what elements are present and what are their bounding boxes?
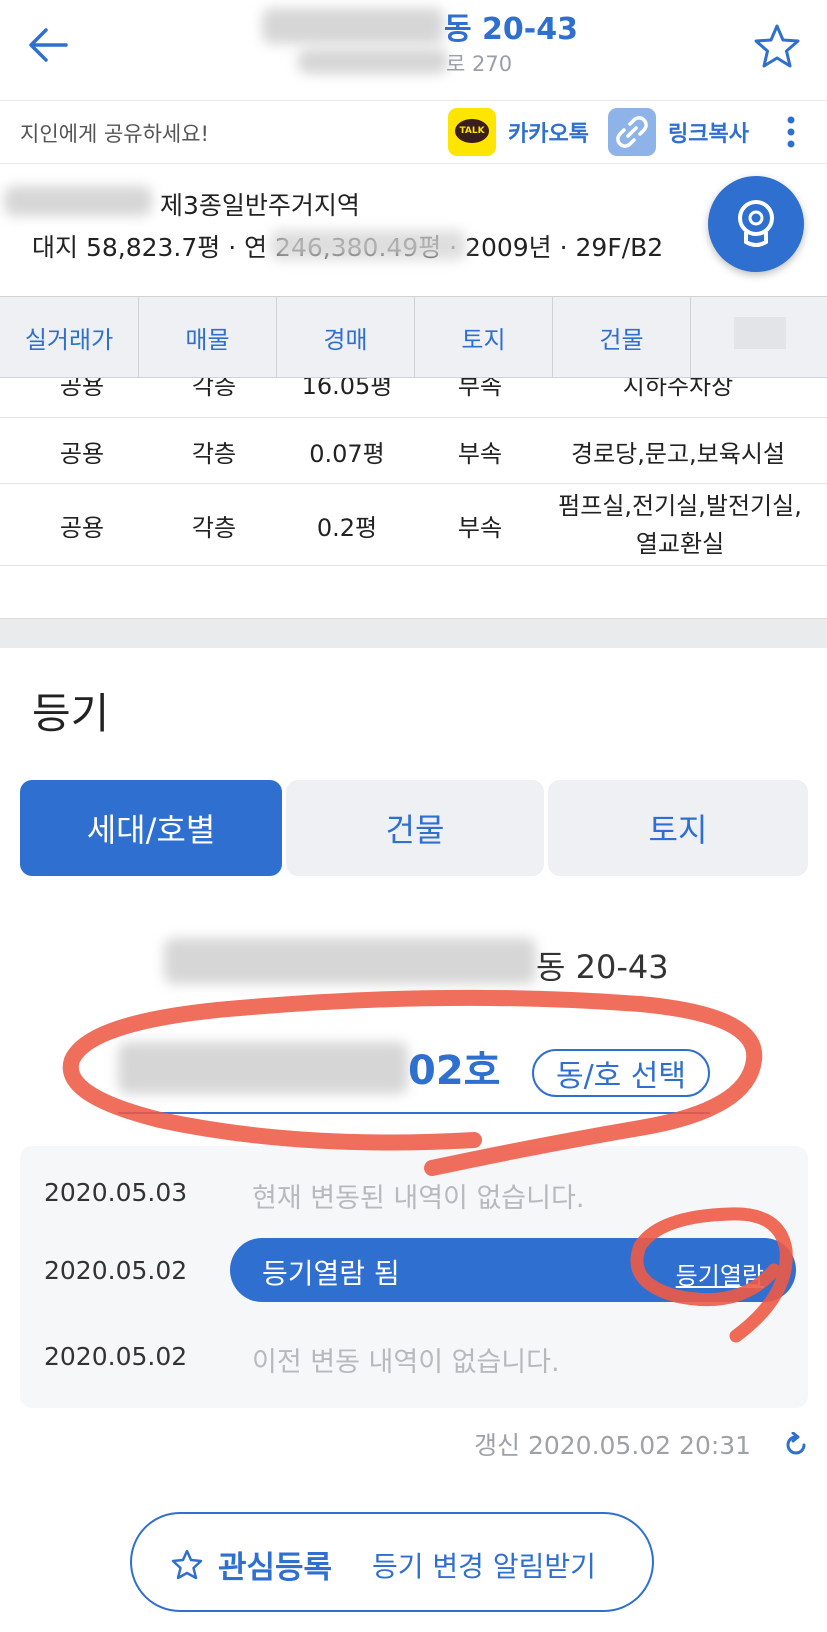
zoning-text: 제3종일반주거지역 xyxy=(160,191,360,220)
table-row: 공용 각층 0.2평 부속 펌프실,전기실,발전기실, 열교환실 xyxy=(0,484,827,566)
table-row: 공용 각층 16.05평 부속 지하주차장 xyxy=(0,378,827,418)
cell-floor: 각층 xyxy=(191,514,237,542)
cell-floor: 각층 xyxy=(191,440,237,468)
unit-select-button[interactable]: 동/호 선택 xyxy=(532,1049,710,1097)
tab-hidden[interactable] xyxy=(734,317,786,349)
cta-sub-label: 등기 변경 알림받기 xyxy=(372,1550,596,1583)
share-prompt: 지인에게 공유하세요! xyxy=(20,122,209,146)
kakao-share-button[interactable]: 카카오톡 xyxy=(508,116,589,148)
cell-area: 16.05평 xyxy=(301,378,393,400)
page-subtitle: 로 270 xyxy=(446,52,513,76)
unit-underline xyxy=(118,1112,710,1114)
history-pill: 등기열람 됨 등기열람 xyxy=(230,1238,796,1302)
tab-listing[interactable]: 매물 xyxy=(139,297,277,377)
cell-area: 0.07평 xyxy=(309,440,385,468)
cta-main-label: 관심등록 xyxy=(218,1550,333,1586)
cell-area: 0.2평 xyxy=(316,514,378,542)
history-date: 2020.05.02 xyxy=(44,1256,188,1285)
cell-type: 부속 xyxy=(457,514,503,542)
kakao-icon-text: TALK xyxy=(455,119,489,143)
history-pill-text: 등기열람 됨 xyxy=(262,1257,400,1290)
history-date: 2020.05.02 xyxy=(44,1342,188,1371)
tab-building[interactable]: 건물 xyxy=(553,297,691,377)
segment-unit[interactable]: 세대/호별 xyxy=(20,780,282,876)
redacted-summary xyxy=(4,186,152,216)
cell-purpose-line2: 열교환실 xyxy=(635,530,725,558)
page-title: 동 20-43 xyxy=(444,12,578,47)
floating-bulb-button[interactable] xyxy=(708,176,804,272)
cell-floor: 각층 xyxy=(191,378,237,400)
redacted-title xyxy=(262,8,444,44)
cell-purpose: 지하주차장 xyxy=(622,378,734,400)
registry-address: 동 20-43 xyxy=(536,948,669,986)
cell-purpose: 펌프실,전기실,발전기실, xyxy=(558,492,802,520)
copy-link-button[interactable]: 링크복사 xyxy=(668,116,749,148)
redacted-subtitle xyxy=(298,48,448,74)
table-row: 공용 각층 0.07평 부속 경로당,문고,보육시설 xyxy=(0,418,827,484)
more-icon[interactable] xyxy=(786,114,796,150)
registry-history: 2020.05.03 현재 변동된 내역이 없습니다. 2020.05.02 등… xyxy=(20,1146,808,1408)
history-text: 현재 변동된 내역이 없습니다. xyxy=(252,1183,585,1214)
cell-type: 부속 xyxy=(457,440,503,468)
tab-auction[interactable]: 경매 xyxy=(277,297,415,377)
view-registry-link[interactable]: 등기열람 xyxy=(676,1256,764,1291)
link-icon[interactable] xyxy=(608,108,656,156)
back-arrow-icon[interactable] xyxy=(26,22,72,68)
redacted-address xyxy=(164,938,536,984)
redacted-unit xyxy=(118,1042,408,1094)
cell-usage: 공용 xyxy=(59,440,105,468)
history-text: 이전 변동 내역이 없습니다. xyxy=(252,1347,560,1378)
cell-usage: 공용 xyxy=(59,378,105,400)
star-icon[interactable] xyxy=(752,22,802,72)
kakao-icon[interactable]: TALK xyxy=(448,108,496,156)
tab-transaction[interactable]: 실거래가 xyxy=(0,297,139,377)
tab-land[interactable]: 토지 xyxy=(415,297,553,377)
cell-usage: 공용 xyxy=(59,514,105,542)
watch-register-button[interactable]: 관심등록 등기 변경 알림받기 xyxy=(130,1512,654,1612)
star-icon xyxy=(171,1549,203,1580)
segment-building[interactable]: 건물 xyxy=(286,780,544,876)
cell-purpose: 경로당,문고,보육시설 xyxy=(571,440,785,468)
refresh-icon[interactable] xyxy=(784,1432,810,1458)
cell-type: 부속 xyxy=(457,378,503,400)
bulb-icon xyxy=(738,200,774,247)
category-tabs: 실거래가 매물 경매 토지 건물 xyxy=(0,296,827,378)
section-divider xyxy=(0,618,827,648)
segment-land[interactable]: 토지 xyxy=(548,780,808,876)
history-date: 2020.05.03 xyxy=(44,1178,188,1207)
unit-number: 02호 xyxy=(408,1048,501,1094)
section-title: 등기 xyxy=(32,689,110,738)
redacted-area xyxy=(270,230,466,260)
updated-timestamp: 갱신 2020.05.02 20:31 xyxy=(474,1431,752,1460)
